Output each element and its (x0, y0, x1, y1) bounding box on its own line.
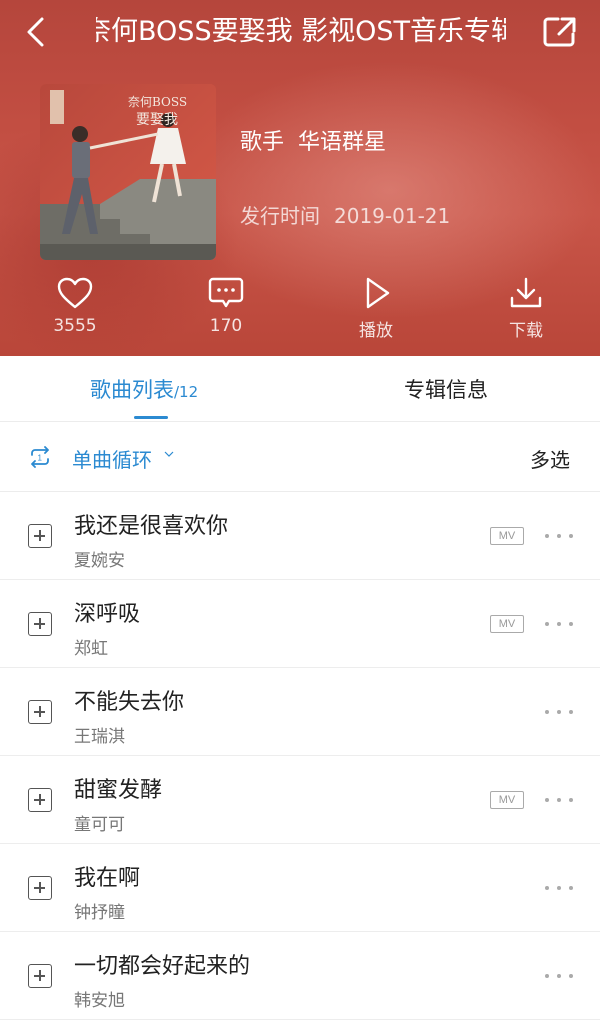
more-dot (557, 622, 561, 626)
song-row[interactable]: 一切都会好起来的韩安旭 (0, 932, 600, 1020)
song-artist: 郑虹 (74, 639, 108, 659)
more-options-icon[interactable] (545, 886, 573, 892)
add-to-playlist-icon[interactable] (28, 876, 52, 900)
add-to-playlist-icon[interactable] (28, 700, 52, 724)
release-date: 2019-01-21 (334, 204, 451, 228)
more-dot (557, 710, 561, 714)
album-title: 奈何BOSS要娶我 影视OST音乐专辑 (96, 16, 506, 47)
like-count: 3555 (53, 316, 97, 336)
song-artist: 韩安旭 (74, 991, 125, 1011)
song-row[interactable]: 甜蜜发酵童可可 MV (0, 756, 600, 844)
tab-bar: 歌曲列表/12 专辑信息 (0, 356, 600, 422)
song-title: 一切都会好起来的 (74, 954, 251, 979)
more-dot (557, 886, 561, 890)
play-mode-bar: 1 单曲循环 多选 (0, 422, 600, 492)
multi-select-button[interactable]: 多选 (530, 444, 570, 473)
more-dot (569, 622, 573, 626)
play-label: 播放 (359, 321, 393, 341)
heart-icon (57, 277, 93, 309)
song-title: 深呼吸 (74, 602, 141, 627)
singer-row[interactable]: 歌手 华语群星 (240, 124, 386, 156)
song-artist: 夏婉安 (74, 551, 125, 571)
more-options-icon[interactable] (545, 622, 573, 628)
more-dot (545, 710, 549, 714)
play-icon (366, 277, 390, 309)
song-title: 我还是很喜欢你 (74, 514, 229, 539)
song-row[interactable]: 不能失去你 王瑞淇 (0, 668, 600, 756)
more-dot (545, 798, 549, 802)
album-header: 奈何BOSS要娶我 影视OST音乐专辑 奈何BOSS 要娶我 歌手 华语群星 发… (0, 0, 600, 356)
more-options-icon[interactable] (545, 710, 573, 716)
album-actions: 3555 170 播放 下载 (0, 276, 600, 342)
more-options-icon[interactable] (545, 534, 573, 540)
more-dot (545, 534, 549, 538)
more-dot (545, 974, 549, 978)
album-title-marquee: 奈何BOSS要娶我 影视OST音乐专辑 (96, 12, 506, 52)
play-mode-label[interactable]: 单曲循环 (72, 444, 152, 473)
more-dot (569, 534, 573, 538)
comment-icon (208, 277, 244, 308)
comment-count: 170 (209, 316, 243, 336)
song-artist: 童可可 (74, 815, 125, 835)
more-dot (545, 622, 549, 626)
download-icon (510, 277, 542, 308)
like-button[interactable]: 3555 (25, 276, 125, 336)
add-to-playlist-icon[interactable] (28, 964, 52, 988)
svg-text:奈何BOSS: 奈何BOSS (128, 95, 187, 109)
song-row[interactable]: 深呼吸郑虹 MV (0, 580, 600, 668)
song-title: 我在啊 (74, 866, 141, 891)
svg-text:1: 1 (38, 454, 43, 463)
more-dot (569, 798, 573, 802)
comment-button[interactable]: 170 (176, 276, 276, 336)
top-bar: 奈何BOSS要娶我 影视OST音乐专辑 (0, 0, 600, 66)
repeat-one-icon[interactable]: 1 (28, 446, 52, 468)
tab-song-list[interactable]: 歌曲列表/12 (90, 374, 198, 404)
singer-label: 歌手 (240, 130, 285, 155)
more-options-icon[interactable] (545, 798, 573, 804)
more-dot (545, 886, 549, 890)
song-row[interactable]: 我还是很喜欢你夏婉安 MV (0, 492, 600, 580)
song-title: 甜蜜发酵 (74, 778, 163, 803)
more-dot (569, 710, 573, 714)
more-dot (557, 974, 561, 978)
tab-song-list-label: 歌曲列表 (90, 378, 174, 402)
share-button[interactable] (540, 14, 580, 50)
chevron-down-icon[interactable] (164, 450, 174, 458)
release-date-label: 发行时间 (240, 204, 320, 228)
play-all-button[interactable]: 播放 (326, 276, 426, 341)
more-dot (569, 886, 573, 890)
add-to-playlist-icon[interactable] (28, 524, 52, 548)
more-dot (557, 798, 561, 802)
song-count: /12 (174, 383, 199, 401)
active-tab-indicator (134, 416, 168, 419)
song-artist: 钟抒瞳 (74, 903, 125, 923)
release-date-row: 发行时间 2019-01-21 (240, 200, 450, 229)
song-artist: 王瑞淇 (74, 727, 125, 747)
song-row[interactable]: 我在啊 钟抒瞳 (0, 844, 600, 932)
download-label: 下载 (509, 321, 543, 341)
song-title: 不能失去你 (74, 690, 185, 715)
more-options-icon[interactable] (545, 974, 573, 980)
add-to-playlist-icon[interactable] (28, 788, 52, 812)
song-list: 我还是很喜欢你夏婉安 MV 深呼吸郑虹 MV 不能失去你王瑞淇甜蜜发酵童可可 MV 我在啊钟… (0, 492, 600, 1020)
chevron-left-icon (27, 17, 44, 47)
tab-album-info[interactable]: 专辑信息 (404, 374, 488, 404)
add-to-playlist-icon[interactable] (28, 612, 52, 636)
more-dot (557, 534, 561, 538)
mv-badge[interactable]: MV (490, 615, 524, 633)
share-icon (543, 17, 576, 47)
mv-badge[interactable]: MV (490, 527, 524, 545)
album-cover[interactable]: 奈何BOSS 要娶我 (40, 84, 216, 260)
download-button[interactable]: 下载 (476, 276, 576, 341)
more-dot (569, 974, 573, 978)
back-button[interactable] (18, 14, 54, 50)
singer-name: 华语群星 (298, 130, 387, 155)
album-cover-art: 奈何BOSS 要娶我 (40, 84, 216, 260)
mv-badge[interactable]: MV (490, 791, 524, 809)
svg-text:要娶我: 要娶我 (136, 112, 178, 128)
